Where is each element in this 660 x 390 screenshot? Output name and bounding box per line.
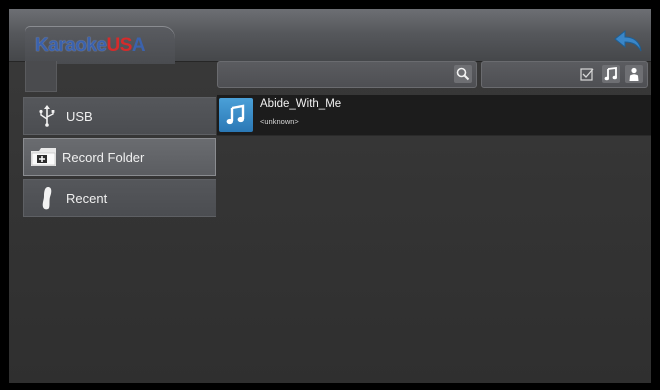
checkbox-icon — [580, 68, 594, 81]
header-bar: KaraokeUSA — [9, 9, 651, 64]
logo-text-us: US — [106, 35, 133, 56]
back-button[interactable] — [613, 29, 643, 55]
checkbox-filter-button[interactable] — [578, 65, 596, 83]
sidebar-item-recent[interactable]: Recent — [23, 179, 216, 217]
music-filter-button[interactable] — [602, 65, 620, 83]
list-item[interactable]: Abide_With_Me <unknown> — [217, 95, 651, 136]
usb-icon — [34, 103, 60, 129]
person-icon — [629, 67, 639, 81]
sidebar-item-label: Record Folder — [62, 149, 145, 165]
record-folder-icon — [28, 144, 60, 170]
sidebar-tab — [25, 61, 57, 92]
file-list: Abide_With_Me <unknown> — [217, 95, 651, 136]
artist-filter-button[interactable] — [625, 65, 643, 83]
search-icon[interactable] — [454, 65, 472, 83]
sidebar-item-label: USB — [66, 108, 93, 124]
back-arrow-icon — [614, 29, 642, 52]
search-input[interactable] — [217, 61, 477, 88]
logo-text-karaoke: Karaoke — [35, 35, 107, 56]
footprint-icon — [34, 185, 60, 211]
logo-text-a: A — [131, 35, 146, 56]
sidebar-item-usb[interactable]: USB — [23, 97, 216, 135]
music-note-icon — [219, 98, 253, 132]
sidebar-item-label: Recent — [66, 190, 108, 206]
logo-tab: KaraokeUSA — [25, 26, 175, 64]
karaoke-usa-logo: KaraokeUSA — [35, 35, 146, 57]
song-title: Abide_With_Me — [260, 98, 342, 110]
app-screen: KaraokeUSA USB Record Folder Recent Abid… — [9, 9, 651, 383]
sidebar-item-record-folder[interactable]: Record Folder — [23, 138, 216, 176]
song-artist: <unknown> — [260, 117, 299, 126]
sidebar: USB Record Folder Recent — [23, 97, 216, 220]
music-note-icon — [604, 66, 617, 81]
filter-toolbar — [481, 61, 648, 88]
